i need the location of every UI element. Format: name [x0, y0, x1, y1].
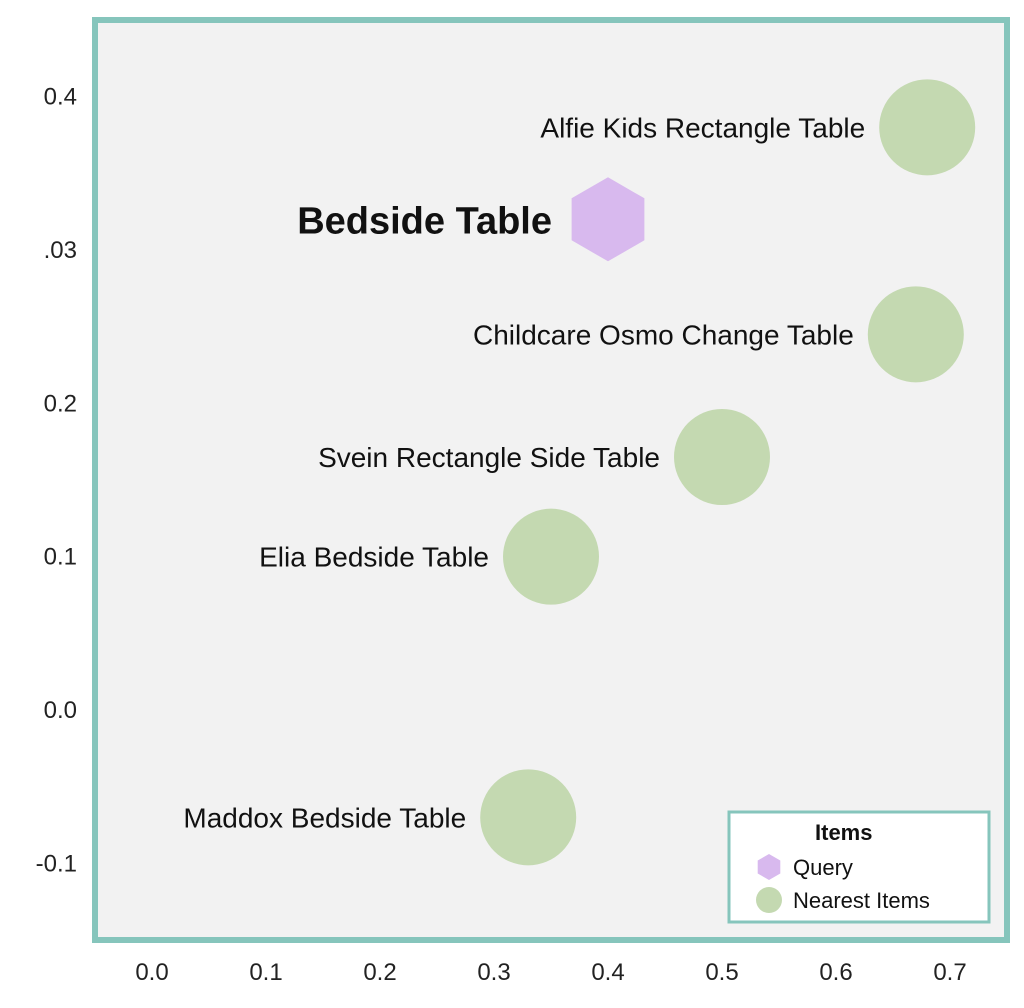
- x-tick-label: 0.5: [705, 959, 738, 986]
- x-tick-label: 0.1: [249, 959, 282, 986]
- legend-entry-label: Query: [793, 855, 853, 880]
- nearest-item-point: [674, 409, 770, 505]
- y-tick-label: 0.4: [44, 84, 77, 111]
- y-tick-label: 0.2: [44, 390, 77, 417]
- nearest-item-point: [868, 286, 964, 382]
- legend-marker-nearest: [756, 887, 782, 913]
- scatter-chart: 0.0 0.1 0.2 0.3 0.4 0.5 0.6 0.7 -0.1 0.0 0.1 0.2 .03…: [0, 0, 1024, 1008]
- y-tick-label: -0.1: [36, 850, 77, 877]
- nearest-item-label: Maddox Bedside Table: [183, 802, 466, 833]
- x-tick-label: 0.2: [363, 959, 396, 986]
- nearest-item-label: Svein Rectangle Side Table: [318, 442, 660, 473]
- y-tick-label: 0.0: [44, 697, 77, 724]
- nearest-item-label: Alfie Kids Rectangle Table: [540, 112, 865, 143]
- x-tick-label: 0.7: [933, 959, 966, 986]
- nearest-item-point: [480, 769, 576, 865]
- x-tick-label: 0.0: [135, 959, 168, 986]
- x-tick-label: 0.3: [477, 959, 510, 986]
- legend-entry-label: Nearest Items: [793, 888, 930, 913]
- chart-container: 0.0 0.1 0.2 0.3 0.4 0.5 0.6 0.7 -0.1 0.0 0.1 0.2 .03…: [0, 0, 1024, 1008]
- nearest-item-label: Childcare Osmo Change Table: [473, 319, 854, 350]
- x-tick-label: 0.4: [591, 959, 624, 986]
- x-tick-label: 0.6: [819, 959, 852, 986]
- nearest-item-point: [879, 79, 975, 175]
- legend-title: Items: [815, 820, 872, 845]
- y-tick-label: .03: [44, 237, 77, 264]
- nearest-item-point: [503, 509, 599, 605]
- query-label: Bedside Table: [297, 200, 552, 242]
- y-tick-label: 0.1: [44, 544, 77, 571]
- nearest-item-label: Elia Bedside Table: [259, 542, 489, 573]
